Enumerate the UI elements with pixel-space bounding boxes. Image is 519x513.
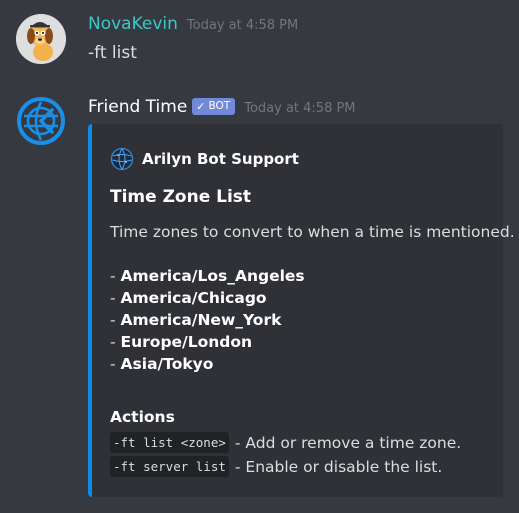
time-zone-name: Europe/London — [120, 333, 253, 351]
user-avatar-dog[interactable] — [16, 14, 66, 64]
bot-tag-label: BOT — [208, 100, 231, 112]
list-bullet: - — [110, 289, 121, 307]
embed-description: Time zones to convert to when a time is … — [110, 223, 515, 241]
bot-avatar-globe-clock[interactable] — [16, 96, 66, 146]
list-item: - Europe/London — [110, 331, 305, 353]
action-row: -ft list <zone> - Add or remove a time z… — [110, 432, 461, 453]
list-item: - America/Chicago — [110, 287, 305, 309]
message-content: -ft list — [88, 43, 137, 63]
list-item: - America/Los_Angeles — [110, 265, 305, 287]
time-zone-list: - America/Los_Angeles - America/Chicago … — [110, 265, 305, 375]
list-bullet: - — [110, 355, 121, 373]
globe-icon — [110, 147, 134, 171]
username-friend-time[interactable]: Friend Time — [88, 97, 187, 117]
action-row: -ft server list - Enable or disable the … — [110, 456, 442, 477]
embed-card: Arilyn Bot Support Time Zone List Time z… — [88, 124, 515, 497]
time-zone-name: America/New_York — [120, 311, 282, 329]
list-bullet: - — [110, 333, 121, 351]
time-zone-name: Asia/Tokyo — [120, 355, 214, 373]
dog-icon — [16, 14, 66, 64]
globe-clock-icon — [17, 97, 65, 145]
list-item: - Asia/Tokyo — [110, 353, 305, 375]
embed-author-name[interactable]: Arilyn Bot Support — [142, 150, 299, 168]
list-bullet: - — [110, 311, 121, 329]
embed-field-name: Actions — [110, 408, 175, 426]
time-zone-name: America/Chicago — [120, 289, 267, 307]
bot-tag-badge: ✓ BOT — [192, 98, 236, 115]
checkmark-icon: ✓ — [196, 100, 206, 113]
embed-title: Time Zone List — [110, 187, 252, 207]
message-timestamp: Today at 4:58 PM — [186, 18, 299, 33]
message-timestamp: Today at 4:58 PM — [244, 101, 356, 116]
action-description: - Enable or disable the list. — [234, 457, 443, 476]
action-description: - Add or remove a time zone. — [234, 433, 462, 452]
list-bullet: - — [110, 267, 121, 285]
embed-author[interactable]: Arilyn Bot Support — [110, 147, 299, 171]
command-code: -ft list <zone> — [110, 432, 229, 453]
list-item: - America/New_York — [110, 309, 305, 331]
time-zone-name: America/Los_Angeles — [120, 267, 305, 285]
username-novakevin[interactable]: NovaKevin — [88, 14, 178, 34]
command-code: -ft server list — [110, 456, 229, 477]
